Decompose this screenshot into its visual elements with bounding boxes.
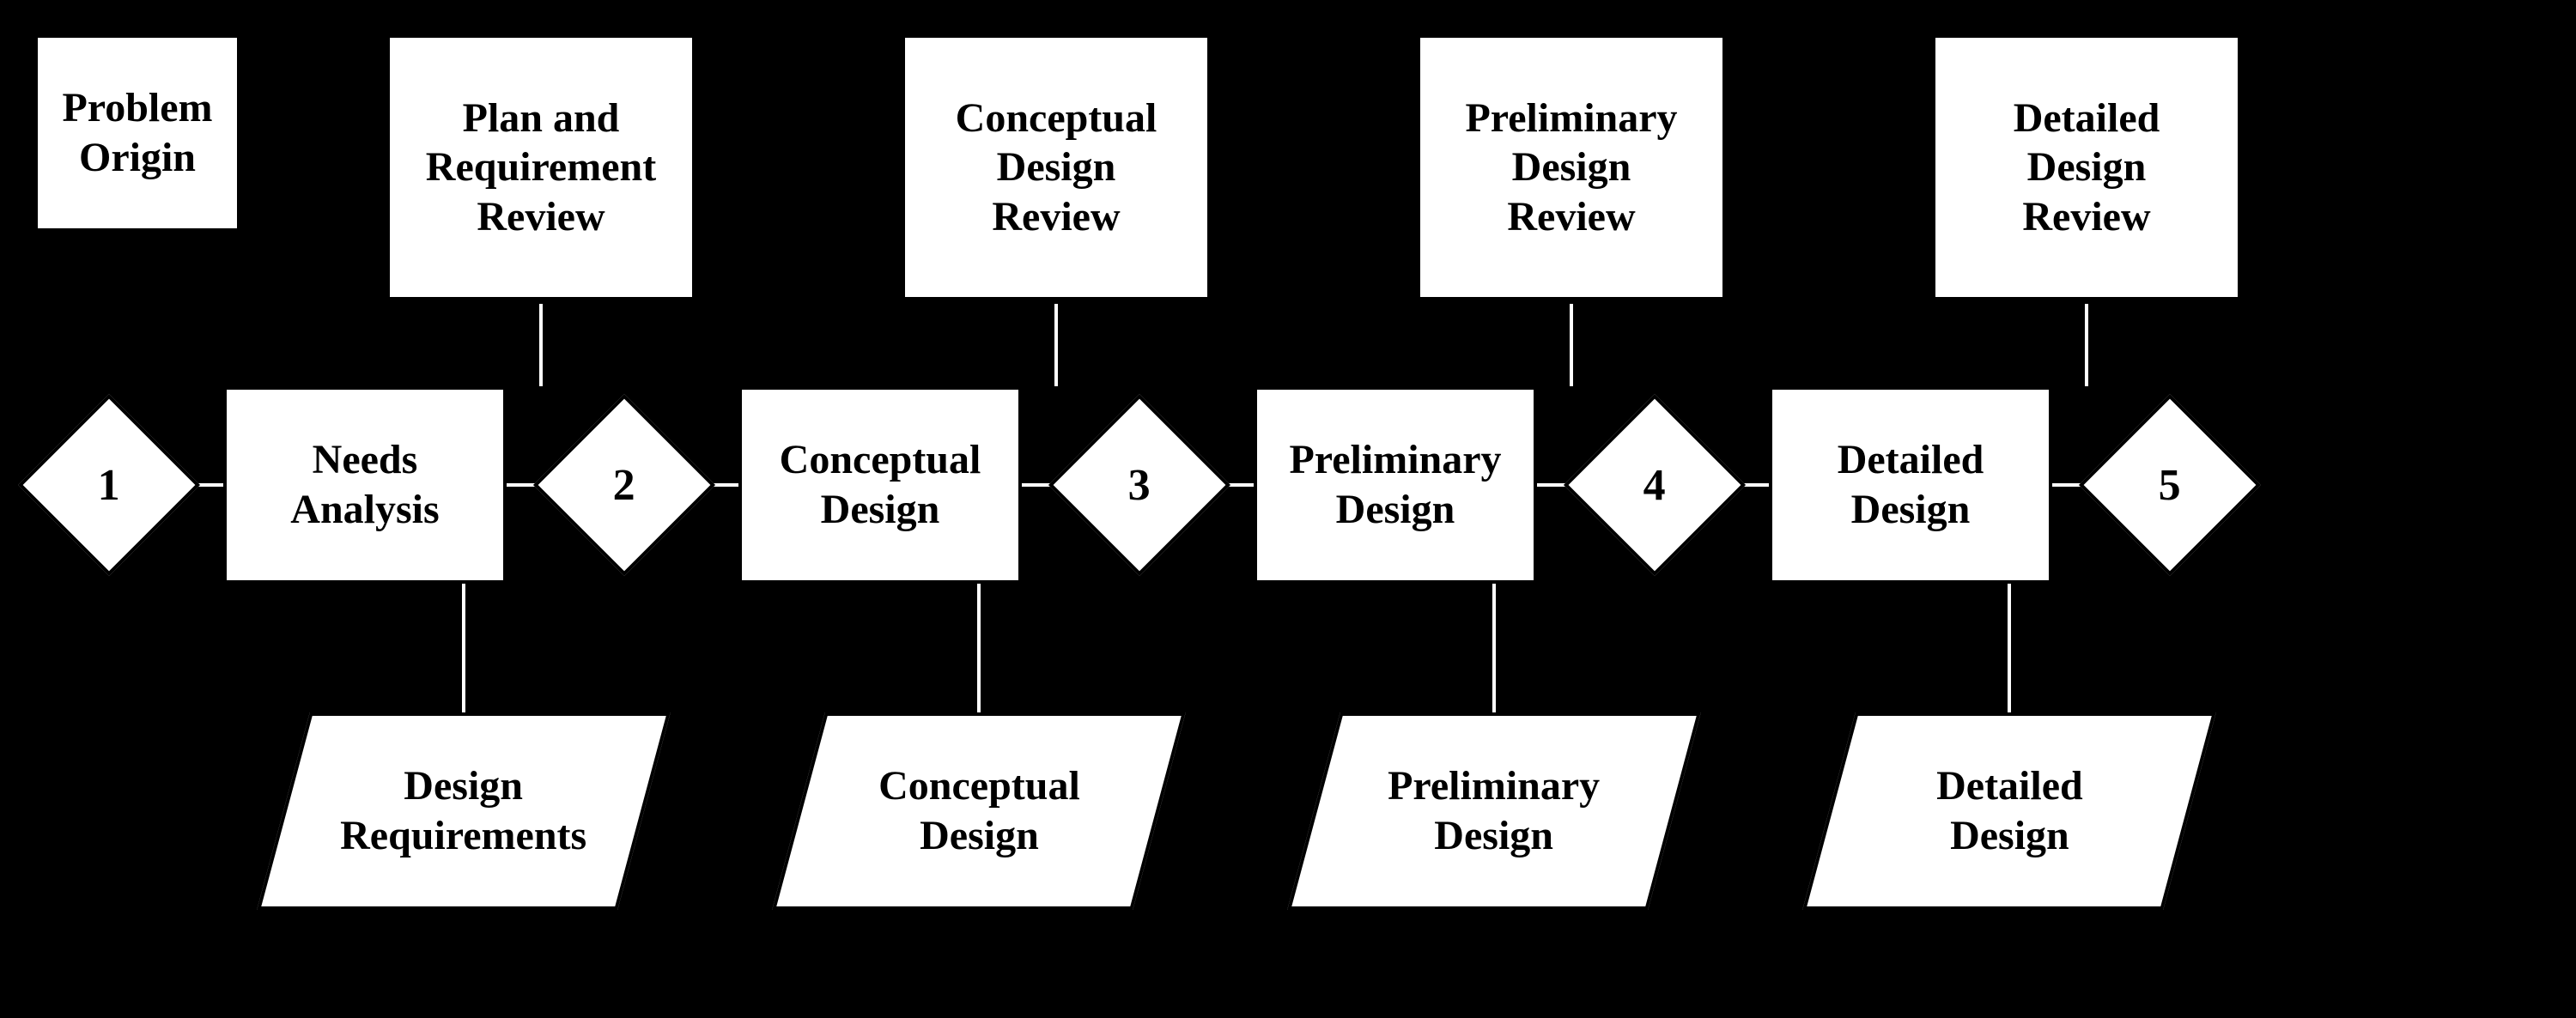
diamond-2: 2 [533,394,715,576]
problem-origin-box: Problem Origin [34,34,240,232]
detailed-design-box: DetailedDesign [1769,386,2052,584]
detailed-design-review-box: DetailedDesignReview [1932,34,2241,300]
diamond-3: 3 [1048,394,1230,576]
diagram-container: Problem Origin Plan andRequirementReview… [0,0,2576,1018]
plan-requirement-review-box: Plan andRequirementReview [386,34,696,300]
preliminary-design-parallelogram: PreliminaryDesign [1287,712,1701,910]
conceptual-design-parallelogram: ConceptualDesign [772,712,1186,910]
needs-analysis-box: NeedsAnalysis [223,386,507,584]
preliminary-design-box: PreliminaryDesign [1254,386,1537,584]
diamond-4: 4 [1564,394,1746,576]
diamond-5: 5 [2079,394,2261,576]
diamond-1: 1 [18,394,200,576]
design-requirements-parallelogram: DesignRequirements [257,712,671,910]
preliminary-design-review-box: PreliminaryDesignReview [1417,34,1726,300]
conceptual-design-box: ConceptualDesign [738,386,1022,584]
detailed-design-parallelogram: DetailedDesign [1802,712,2216,910]
conceptual-design-review-box: ConceptualDesignReview [902,34,1211,300]
